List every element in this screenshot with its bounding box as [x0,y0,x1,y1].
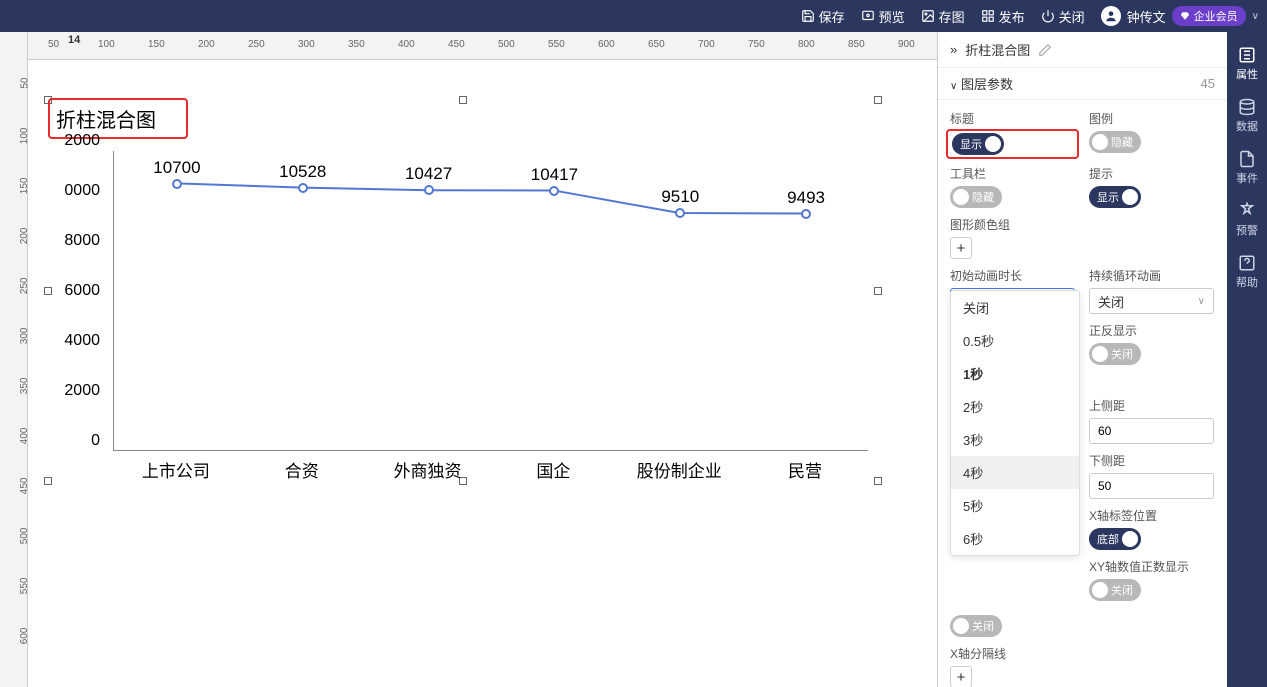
export-image-button[interactable]: 存图 [921,7,965,26]
field-x-label-pos: X轴标签位置 底部 [1089,507,1214,550]
x-label-pos-toggle[interactable]: 底部 [1089,528,1141,550]
property-panel: » 折柱混合图 ∨ 图层参数 45 标题 显示 图例 隐藏 工具栏 隐藏 [937,32,1227,687]
top-margin-input[interactable] [1089,418,1214,444]
title-toggle-highlight: 显示 [946,129,1079,159]
resize-handle[interactable] [874,96,882,104]
horizontal-ruler: 14 5010015020025030035040045050055060065… [28,32,937,60]
help-icon [1238,254,1256,272]
save-button[interactable]: 保存 [801,7,845,26]
sliders-icon [1238,46,1256,64]
field-bottom-margin: 下侧距 [1089,452,1214,499]
dropdown-option[interactable]: 1秒 [951,357,1079,390]
preview-icon [861,9,875,23]
canvas[interactable]: 折柱混合图 0200040006000800000002000 10700105… [28,60,937,687]
legend-toggle[interactable]: 隐藏 [1089,131,1141,153]
dropdown-option[interactable]: 关闭 [951,291,1079,324]
layer-index: 45 [1201,76,1215,91]
anim-duration-dropdown[interactable]: 关闭0.5秒1秒2秒3秒4秒5秒6秒 [950,290,1080,556]
field-hidden-toggle: 关闭 [950,615,1215,637]
vip-badge: 企业会员 [1172,6,1246,26]
preview-button[interactable]: 预览 [861,7,905,26]
vertical-ruler: 50100150200250300350400450500550600 [0,32,28,687]
publish-button[interactable]: 发布 [981,7,1025,26]
user-icon [1104,9,1118,23]
tooltip-toggle[interactable]: 显示 [1089,186,1141,208]
field-tooltip: 提示 显示 [1089,165,1214,208]
publish-icon [981,9,995,23]
rail-help[interactable]: 帮助 [1227,248,1267,296]
extra-toggle[interactable]: 关闭 [950,615,1002,637]
database-icon [1238,98,1256,116]
chevron-down-icon[interactable]: ∨ [1252,11,1259,22]
field-loop-anim: 持续循环动画 关闭 ∨ [1089,267,1214,314]
field-reverse: 正反显示 关闭 [1089,322,1214,365]
collapse-icon[interactable]: » [950,42,957,57]
loop-anim-select[interactable]: 关闭 ∨ [1089,288,1214,314]
edit-icon[interactable] [1038,43,1052,57]
rail-data[interactable]: 数据 [1227,92,1267,140]
close-button[interactable]: 关闭 [1041,7,1085,26]
field-top-margin: 上侧距 [1089,397,1214,444]
canvas-area: 50100150200250300350400450500550600 14 5… [0,32,937,687]
add-color-button[interactable]: + [950,237,972,259]
dropdown-option[interactable]: 5秒 [951,489,1079,522]
dropdown-option[interactable]: 0.5秒 [951,324,1079,357]
dropdown-option[interactable]: 2秒 [951,390,1079,423]
field-x-divider: X轴分隔线 + [950,645,1215,687]
xy-positive-toggle[interactable]: 关闭 [1089,579,1141,601]
right-rail: 属性 数据 事件 预警 帮助 [1227,32,1267,687]
chevron-down-icon: ∨ [1198,296,1205,307]
props-title: 折柱混合图 [965,40,1030,59]
resize-handle[interactable] [459,96,467,104]
power-icon [1041,9,1055,23]
username: 钟传文 [1127,7,1166,26]
dropdown-option[interactable]: 6秒 [951,522,1079,555]
alarm-icon [1238,202,1256,220]
dropdown-option[interactable]: 3秒 [951,423,1079,456]
toolbar-toggle[interactable]: 隐藏 [950,186,1002,208]
save-icon [801,9,815,23]
rail-attr[interactable]: 属性 [1227,40,1267,88]
avatar [1101,6,1121,26]
topbar: 保存 预览 存图 发布 关闭 钟传文 企业会员 ∨ [0,0,1267,32]
chart-plot: 0200040006000800000002000 10700105281042… [48,151,878,481]
title-toggle[interactable]: 显示 [952,133,1004,155]
rail-alarm[interactable]: 预警 [1227,196,1267,244]
field-color-group: 图形颜色组 + [950,216,1215,259]
rail-event[interactable]: 事件 [1227,144,1267,192]
dropdown-option[interactable]: 4秒 [951,456,1079,489]
field-toolbar: 工具栏 隐藏 [950,165,1075,208]
image-icon [921,9,935,23]
field-title: 标题 显示 [950,110,1075,157]
field-legend: 图例 隐藏 [1089,110,1214,157]
chart-widget[interactable]: 折柱混合图 0200040006000800000002000 10700105… [48,100,878,481]
diamond-icon [1180,11,1190,21]
props-header: » 折柱混合图 [938,32,1227,68]
file-icon [1238,150,1256,168]
add-divider-button[interactable]: + [950,666,972,687]
ruler-cursor-pos: 14 [68,34,80,46]
field-xy-positive: XY轴数值正数显示 关闭 [1089,558,1214,601]
user-area[interactable]: 钟传文 企业会员 ∨ [1101,6,1259,26]
layer-section-header[interactable]: ∨ 图层参数 45 [938,68,1227,100]
reverse-toggle[interactable]: 关闭 [1089,343,1141,365]
bottom-margin-input[interactable] [1089,473,1214,499]
